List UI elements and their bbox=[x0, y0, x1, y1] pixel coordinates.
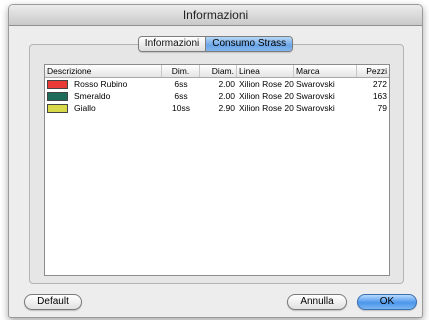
table-row[interactable]: Smeraldo 6ss 2.00 Xilion Rose 2028 Swaro… bbox=[45, 90, 389, 102]
color-swatch bbox=[47, 91, 68, 101]
tab-bar: Informazioni Consumo Strass bbox=[9, 36, 422, 52]
column-header-marca[interactable]: Marca bbox=[294, 65, 357, 77]
cell-descrizione: Rosso Rubino bbox=[45, 78, 162, 90]
table-row[interactable]: Giallo 10ss 2.90 Xilion Rose 2028 Swarov… bbox=[45, 102, 389, 114]
cell-marca: Swarovski bbox=[296, 103, 335, 113]
column-header-diam[interactable]: Diam. bbox=[200, 65, 237, 77]
cell-marca: Swarovski bbox=[296, 79, 335, 89]
window-title: Informazioni bbox=[9, 5, 422, 26]
column-header-pezzi[interactable]: Pezzi bbox=[357, 65, 389, 77]
cell-dim: 6ss bbox=[174, 79, 188, 89]
segmented-tabs: Informazioni Consumo Strass bbox=[137, 36, 294, 52]
cell-linea: Xilion Rose 2028 bbox=[239, 79, 294, 89]
table-row[interactable]: Rosso Rubino 6ss 2.00 Xilion Rose 2028 S… bbox=[45, 78, 389, 90]
cell-diam: 2.00 bbox=[218, 91, 235, 101]
ok-button[interactable]: OK bbox=[357, 294, 417, 310]
cell-pezzi: 163 bbox=[372, 91, 387, 101]
cell-dim: 10ss bbox=[172, 103, 190, 113]
info-dialog: Informazioni Informazioni Consumo Strass… bbox=[8, 4, 423, 318]
color-swatch bbox=[47, 103, 68, 113]
column-header-descrizione[interactable]: Descrizione bbox=[45, 65, 162, 77]
descrizione-text: Giallo bbox=[74, 103, 96, 113]
cell-pezzi: 79 bbox=[377, 103, 387, 113]
table-header: Descrizione Dim. Diam. Linea Marca Pezzi bbox=[45, 65, 389, 78]
cell-linea: Xilion Rose 2028 bbox=[239, 91, 294, 101]
strass-table[interactable]: Descrizione Dim. Diam. Linea Marca Pezzi… bbox=[44, 64, 390, 276]
cell-marca: Swarovski bbox=[296, 91, 335, 101]
color-swatch bbox=[47, 79, 68, 89]
column-header-dim[interactable]: Dim. bbox=[162, 65, 200, 77]
cell-descrizione: Smeraldo bbox=[45, 90, 162, 102]
cell-descrizione: Giallo bbox=[45, 102, 162, 114]
cell-linea: Xilion Rose 2028 bbox=[239, 103, 294, 113]
default-button[interactable]: Default bbox=[24, 294, 82, 310]
cell-dim: 6ss bbox=[174, 91, 188, 101]
descrizione-text: Smeraldo bbox=[74, 91, 111, 101]
tab-informazioni[interactable]: Informazioni bbox=[138, 37, 206, 51]
cell-diam: 2.90 bbox=[218, 103, 235, 113]
cell-pezzi: 272 bbox=[372, 79, 387, 89]
descrizione-text: Rosso Rubino bbox=[74, 79, 128, 89]
tab-panel: Descrizione Dim. Diam. Linea Marca Pezzi… bbox=[29, 44, 404, 284]
cell-diam: 2.00 bbox=[218, 79, 235, 89]
cancel-button[interactable]: Annulla bbox=[287, 294, 347, 310]
tab-consumo-strass[interactable]: Consumo Strass bbox=[205, 37, 293, 51]
column-header-linea[interactable]: Linea bbox=[237, 65, 294, 77]
